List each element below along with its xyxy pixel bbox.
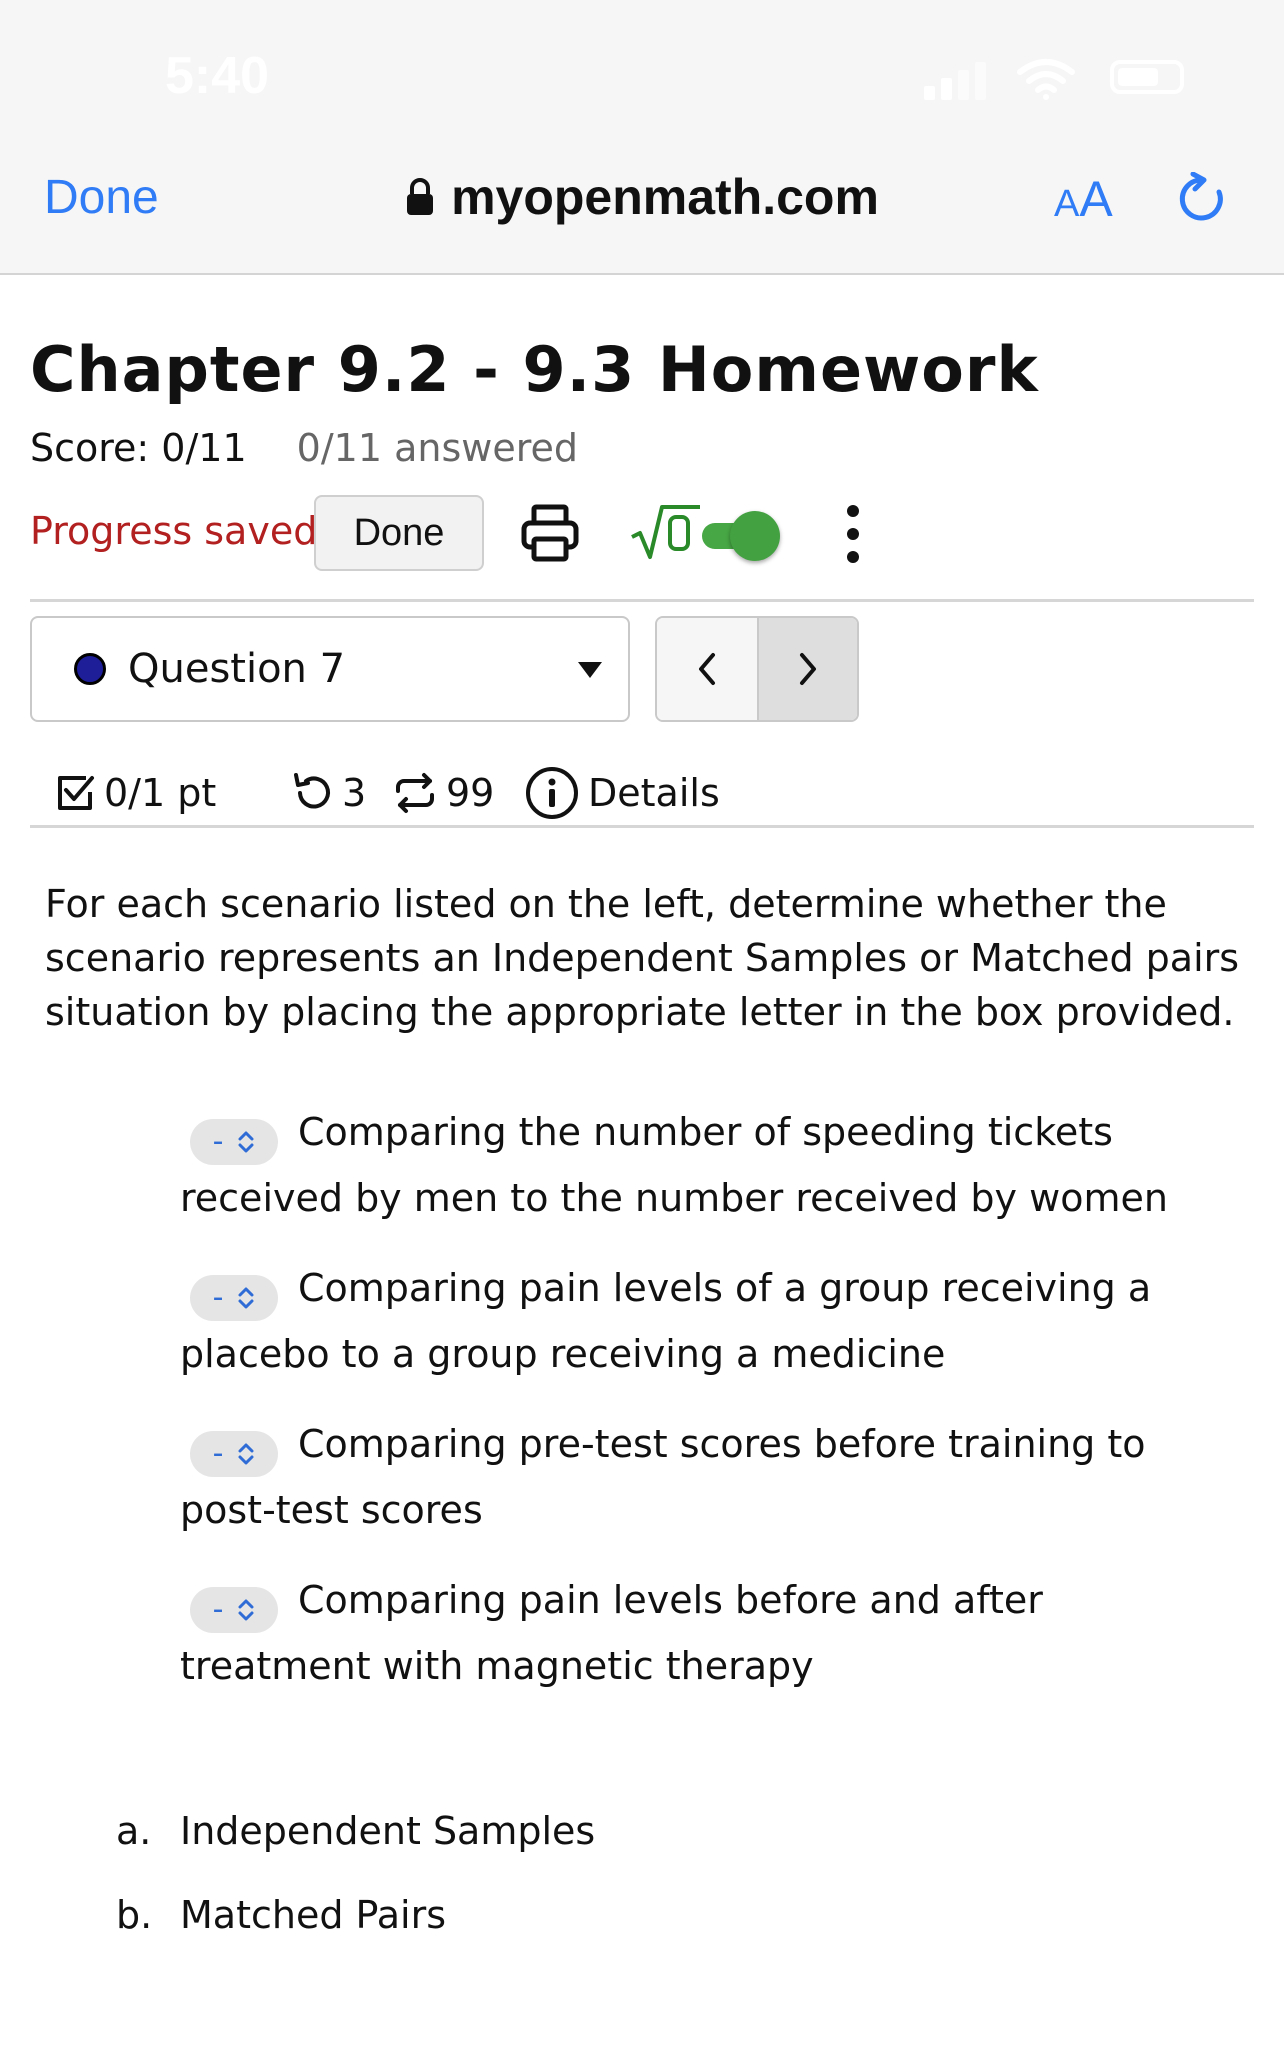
choice-text: Matched Pairs [180,1893,446,1937]
question-status-dot [74,653,106,685]
select-value: - [212,1592,224,1627]
scenario-item: - Comparing pain levels before and after … [180,1567,1180,1699]
text-size-button[interactable]: AA [1054,170,1113,228]
divider [30,825,1254,828]
print-icon[interactable] [520,503,580,563]
page-title: Chapter 9.2 - 9.3 Homework [30,333,1039,406]
attempts-text: 99 [446,771,495,815]
choice-letter: a. [116,1809,152,1853]
retries-text: 3 [342,771,367,815]
scenario-item: - Comparing pre-test scores before traini… [180,1411,1180,1543]
question-select-label: Question 7 [128,646,346,692]
scenario-text: Comparing pain levels before and after t… [180,1578,1043,1688]
select-value: - [212,1436,224,1471]
chevron-left-icon [699,653,715,685]
answer-choice: b. Matched Pairs [116,1893,446,1937]
math-entry-icon [631,505,700,559]
select-value: - [212,1280,224,1315]
scenario-item: - Comparing pain levels of a group receiv… [180,1255,1180,1387]
next-question-button[interactable] [759,618,857,720]
details-label: Details [588,771,720,815]
math-entry-toggle-knob[interactable] [730,511,780,561]
attempts-meta: 99 [392,758,494,828]
info-icon [526,767,578,819]
caret-down-icon [578,662,602,678]
status-time: 5:40 [165,47,270,105]
scenario-text: Comparing the number of speeding tickets… [180,1110,1168,1220]
reload-icon[interactable] [1175,172,1229,226]
chevron-up-down-icon [238,1443,254,1465]
url-text: myopenmath.com [451,169,879,225]
chevron-right-icon [800,653,816,685]
previous-question-button[interactable] [657,618,759,720]
status-icons [924,56,1184,100]
scenario-answer-select[interactable]: - [190,1587,278,1633]
toolbar: Progress saved Done [30,483,1254,571]
scenario-answer-select[interactable]: - [190,1431,278,1477]
checkbox-icon [58,776,94,810]
more-options-icon[interactable] [842,501,864,567]
choice-letter: b. [116,1893,153,1937]
answer-choice: a. Independent Samples [116,1809,595,1853]
details-button[interactable]: Details [524,758,720,828]
divider [30,599,1254,602]
scenario-answer-select[interactable]: - [190,1275,278,1321]
chevron-up-down-icon [238,1599,254,1621]
question-meta: 0/1 pt 3 99 Details [54,758,1254,828]
answered-count: 0/11 answered [296,426,578,470]
question-select[interactable]: Question 7 [30,616,630,722]
repeat-icon [396,773,434,813]
battery-icon [1110,60,1184,94]
scenario-text: Comparing pre-test scores before trainin… [180,1422,1146,1532]
choice-text: Independent Samples [180,1809,596,1853]
scenario-answer-select[interactable]: - [190,1119,278,1165]
points-meta: 0/1 pt [54,758,216,828]
retries-meta: 3 [290,758,366,828]
question-nav-buttons [655,616,859,722]
scenario-item: - Comparing the number of speeding ticket… [180,1099,1180,1231]
undo-icon [294,773,330,809]
points-text: 0/1 pt [104,771,217,815]
score-line: Score: 0/11 0/11 answered [30,426,578,470]
scenario-text: Comparing pain levels of a group receivi… [180,1266,1152,1376]
chevron-up-down-icon [238,1131,254,1153]
text-size-large-label: A [1079,171,1113,227]
question-prompt: For each scenario listed on the left, de… [45,882,1240,1034]
signal-icon [924,86,935,100]
chevron-up-down-icon [238,1287,254,1309]
lock-icon [407,178,434,215]
score-text: Score: 0/11 [30,426,247,470]
done-button[interactable]: Done [314,495,484,571]
select-value: - [212,1124,224,1159]
text-size-small-label: A [1054,183,1080,225]
browser-chrome: 5:40 Done myopenmath.com AA [0,0,1284,275]
progress-status: Progress saved [30,509,318,553]
wifi-icon [1017,59,1075,100]
